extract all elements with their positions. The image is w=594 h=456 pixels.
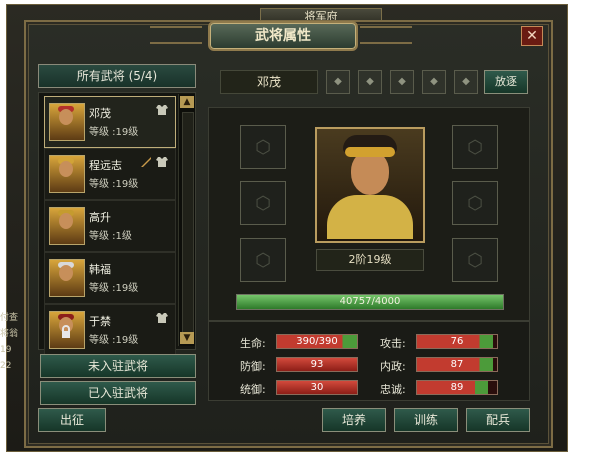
stat-bar-loyalty: 89 bbox=[416, 380, 498, 395]
equipment-slot-accessory[interactable]: ⬡ bbox=[452, 181, 498, 225]
general-name: 于禁 bbox=[89, 315, 111, 328]
general-list-header: 所有武将 (5/4) bbox=[38, 64, 196, 88]
general-list-item[interactable]: 韩福 等级 :19级 bbox=[44, 252, 176, 304]
general-name: 程远志 bbox=[89, 159, 122, 172]
stationed-generals-button[interactable]: 已入驻武将 bbox=[40, 381, 196, 405]
stat-label-politics: 内政: bbox=[380, 360, 406, 373]
general-avatar bbox=[49, 103, 85, 141]
equipment-slot-cloak[interactable]: ⬡ bbox=[452, 238, 498, 282]
equipment-slot-armor[interactable]: ⬡ bbox=[240, 181, 286, 225]
deploy-button[interactable]: 出征 bbox=[38, 408, 106, 432]
general-rank: 2阶19级 bbox=[316, 249, 424, 271]
shirt-icon bbox=[155, 311, 169, 325]
stat-value-attack: 76 bbox=[450, 336, 464, 347]
general-level: 等级 :19级 bbox=[89, 179, 139, 190]
stat-value-command: 30 bbox=[310, 382, 324, 393]
general-name: 韩福 bbox=[89, 263, 111, 276]
stat-bar-defense: 93 bbox=[276, 357, 358, 372]
equipment-slot-weapon[interactable]: ⬡ bbox=[452, 125, 498, 169]
dismiss-button[interactable]: 放逐 bbox=[484, 70, 528, 94]
lock-icon bbox=[59, 325, 73, 339]
equipment-tab-icon[interactable]: ◆ bbox=[358, 70, 382, 94]
stat-label-loyalty: 忠诚: bbox=[380, 383, 406, 396]
shirt-icon bbox=[155, 155, 169, 169]
general-list-item[interactable]: 于禁 等级 :19级 bbox=[44, 304, 176, 356]
general-list-item[interactable]: 邓茂 等级 :19级 bbox=[44, 96, 176, 148]
equipment-slot-helmet[interactable]: ⬡ bbox=[240, 125, 286, 169]
general-portrait bbox=[315, 127, 425, 243]
general-avatar bbox=[49, 207, 85, 245]
stat-value-loyalty: 89 bbox=[450, 382, 464, 393]
general-avatar bbox=[49, 155, 85, 193]
stat-bar-attack: 76 bbox=[416, 334, 498, 349]
equipment-tab-icon[interactable]: ◆ bbox=[422, 70, 446, 94]
weapon-icon bbox=[139, 155, 153, 169]
scroll-thumb[interactable] bbox=[182, 112, 194, 334]
scroll-down-icon[interactable]: ▼ bbox=[180, 332, 194, 344]
general-level: 等级 :19级 bbox=[89, 283, 139, 294]
stat-bar-command: 30 bbox=[276, 380, 358, 395]
general-level: 等级 :19级 bbox=[89, 335, 139, 346]
train-button[interactable]: 培养 bbox=[322, 408, 386, 432]
not-stationed-generals-button[interactable]: 未入驻武将 bbox=[40, 354, 196, 378]
close-button[interactable]: ✕ bbox=[521, 26, 543, 46]
experience-text: 40757/4000 bbox=[339, 296, 401, 307]
shirt-icon bbox=[155, 103, 169, 117]
stat-label-defense: 防御: bbox=[240, 360, 266, 373]
general-avatar bbox=[49, 259, 85, 297]
stat-bar-politics: 87 bbox=[416, 357, 498, 372]
equipment-tab-icon[interactable]: ◆ bbox=[454, 70, 478, 94]
stat-label-attack: 攻击: bbox=[380, 337, 406, 350]
stat-value-politics: 87 bbox=[450, 359, 464, 370]
stat-value-hp: 390/390 bbox=[296, 336, 338, 347]
background-label: 付查 bbox=[0, 313, 19, 323]
general-list-item[interactable]: 高升 等级 :1级 bbox=[44, 200, 176, 252]
general-name: 邓茂 bbox=[89, 107, 111, 120]
general-list-scrollbar[interactable]: ▲ ▼ bbox=[178, 94, 195, 346]
equipment-slot-boots[interactable]: ⬡ bbox=[240, 238, 286, 282]
stat-label-command: 统御: bbox=[240, 383, 266, 396]
background-label: 22 bbox=[0, 361, 12, 371]
general-list-item[interactable]: 程远志 等级 :19级 bbox=[44, 148, 176, 200]
game-screen: 将军府 付查 将翁 19 22 武将属性 ✕ 所有武将 (5/4) 邓茂 等级 … bbox=[0, 0, 594, 456]
assign-troops-button[interactable]: 配兵 bbox=[466, 408, 530, 432]
stat-bar-hp: 390/390 bbox=[276, 334, 358, 349]
equipment-tab-icon[interactable]: ◆ bbox=[390, 70, 414, 94]
scroll-up-icon[interactable]: ▲ bbox=[180, 96, 194, 108]
title-ornament-left bbox=[150, 26, 202, 44]
general-level: 等级 :1级 bbox=[89, 231, 132, 242]
equipment-tab-icon[interactable]: ◆ bbox=[326, 70, 350, 94]
background-label: 19 bbox=[0, 345, 12, 355]
general-name-display: 邓茂 bbox=[220, 70, 318, 94]
experience-bar: 40757/4000 bbox=[236, 294, 504, 310]
title-ornament-right bbox=[360, 26, 412, 44]
stat-label-hp: 生命: bbox=[240, 337, 266, 350]
general-level: 等级 :19级 bbox=[89, 127, 139, 138]
general-name: 高升 bbox=[89, 211, 111, 224]
background-left-labels: 付查 将翁 19 22 bbox=[0, 310, 26, 420]
practice-button[interactable]: 训练 bbox=[394, 408, 458, 432]
stat-value-defense: 93 bbox=[310, 359, 324, 370]
background-label: 将翁 bbox=[0, 329, 19, 339]
window-title: 武将属性 bbox=[208, 21, 358, 51]
